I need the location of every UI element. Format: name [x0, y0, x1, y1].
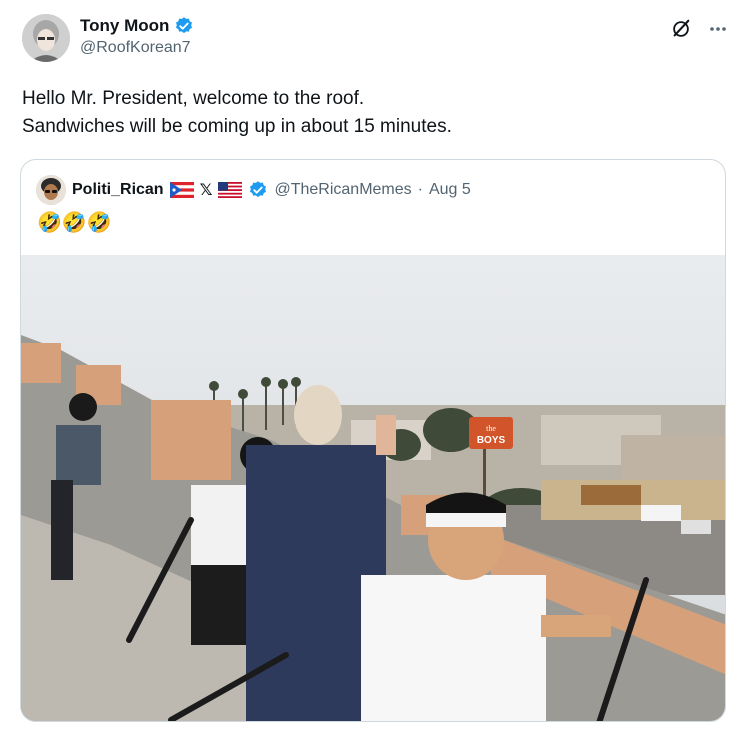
quoted-tweet-date[interactable]: Aug 5	[429, 181, 471, 199]
quoted-tweet-photo[interactable]: the BOYS	[21, 255, 725, 721]
quoted-author-avatar	[36, 175, 66, 205]
x-logo-icon: 𝕏	[199, 182, 213, 199]
quoted-author-handle[interactable]: @TheRicanMemes	[274, 181, 411, 199]
sign-text-boys: BOYS	[477, 435, 506, 446]
author-handle[interactable]: @RoofKorean7	[80, 39, 194, 57]
verified-badge-icon	[250, 181, 267, 198]
verified-badge-icon	[176, 17, 193, 34]
quoted-author-display-name[interactable]: Politi_Rican	[72, 181, 164, 199]
quoted-tweet-text: 🤣🤣🤣	[37, 212, 112, 234]
sign-text-the: the	[486, 424, 496, 433]
puerto-rico-flag-icon	[169, 182, 194, 198]
more-icon[interactable]	[708, 19, 728, 39]
author-display-name[interactable]: Tony Moon	[80, 16, 169, 36]
quoted-tweet[interactable]: Politi_Rican 𝕏 @TheRicanMemes · Aug 5 🤣🤣…	[20, 159, 726, 722]
author-avatar[interactable]	[22, 14, 70, 62]
meta-separator: ·	[417, 181, 423, 198]
tweet-text: Hello Mr. President, welcome to the roof…	[22, 88, 452, 137]
usa-flag-icon	[218, 182, 243, 198]
tweet-header: Tony Moon @RoofKorean7	[22, 12, 728, 72]
grok-icon[interactable]	[670, 18, 692, 40]
quoted-tweet-header: Politi_Rican 𝕏 @TheRicanMemes · Aug 5	[36, 175, 471, 205]
